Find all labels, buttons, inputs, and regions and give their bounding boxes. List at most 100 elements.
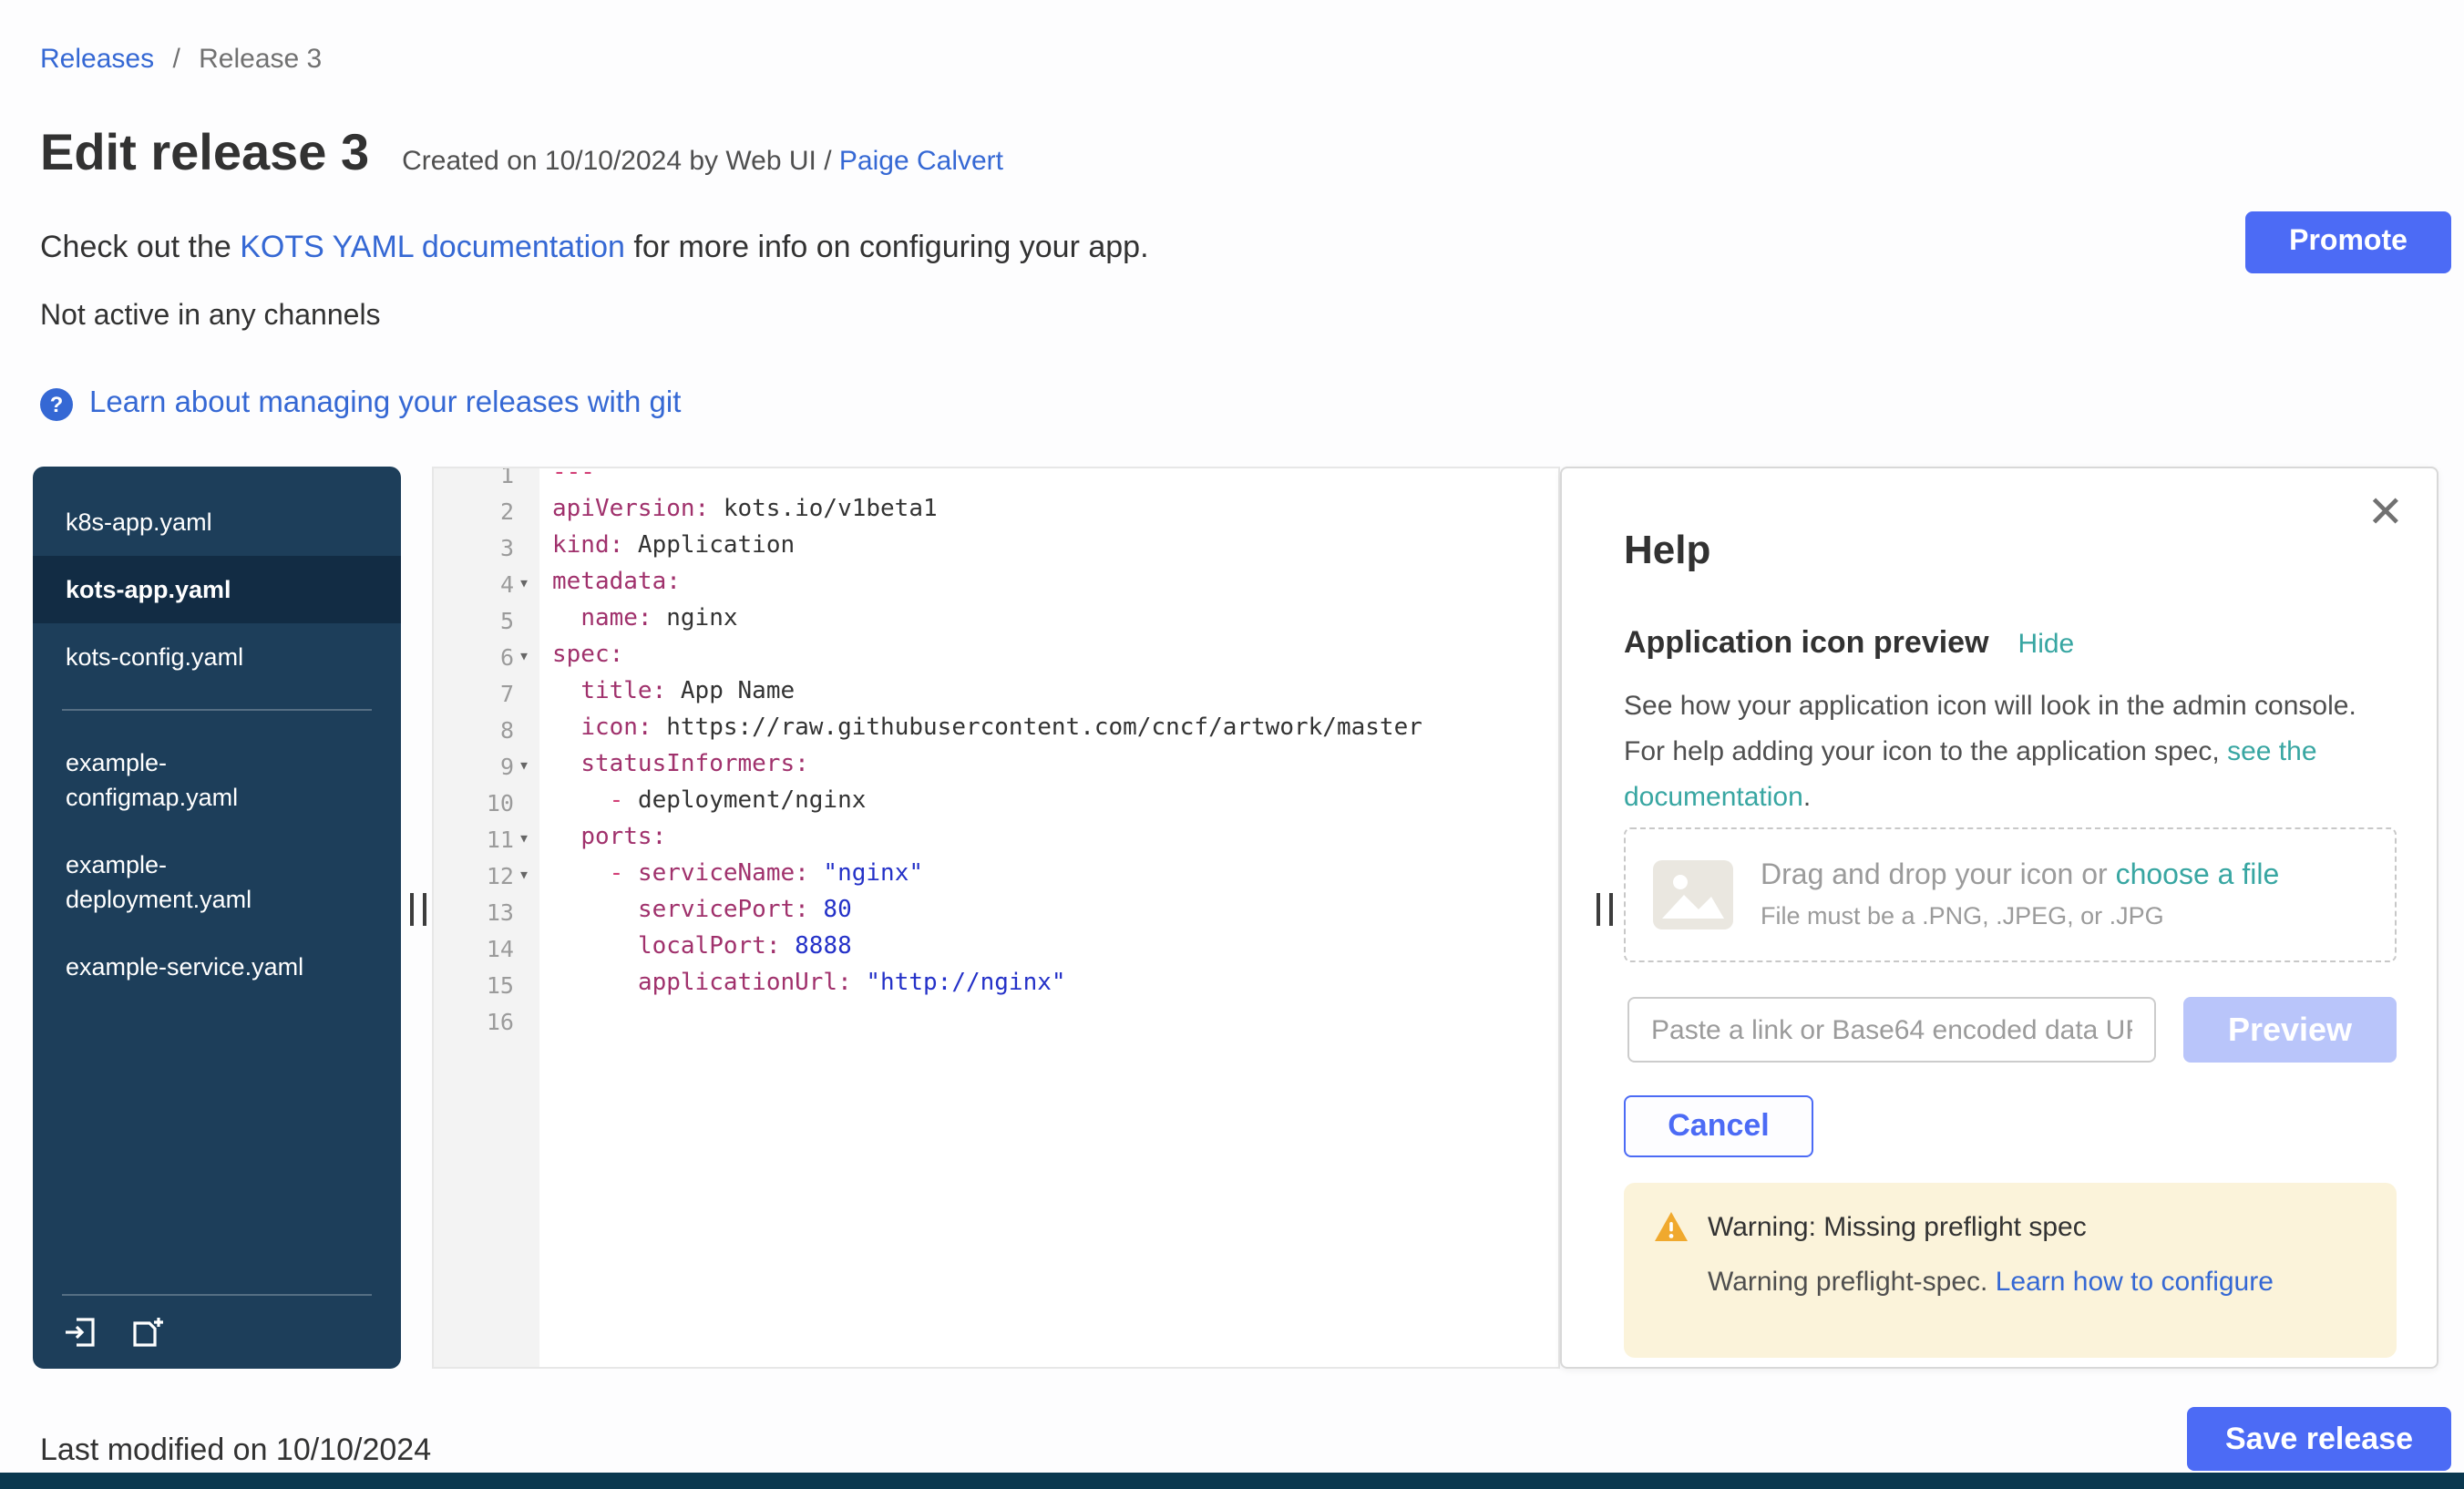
editor-gutter: 1234▾56▾789▾1011▾12▾13141516 [434,468,539,1039]
pane-resize-handle-right[interactable] [1596,893,1613,926]
help-question-icon[interactable]: ? [40,387,73,420]
docs-post: for more info on configuring your app. [625,230,1149,264]
breadcrumb-current: Release 3 [199,44,322,75]
preflight-warning-box: Warning: Missing preflight spec Warning … [1624,1183,2397,1358]
code-line[interactable]: metadata: [552,565,1558,601]
file-tree-item[interactable]: kots-app.yaml [33,556,401,623]
code-line[interactable]: --- [552,468,1558,492]
help-panel-title: Help [1624,527,1710,574]
preview-button[interactable]: Preview [2183,997,2397,1063]
learn-how-to-configure-link[interactable]: Learn how to configure [1996,1267,2274,1298]
promote-button[interactable]: Promote [2245,211,2451,273]
file-tree-item[interactable]: kots-config.yaml [33,623,401,691]
code-line[interactable]: localPort: 8888 [552,929,1558,966]
code-line[interactable]: - serviceName: "nginx" [552,857,1558,893]
code-line[interactable]: spec: [552,638,1558,674]
new-file-icon[interactable] [128,1314,164,1350]
line-number: 6▾ [434,638,539,674]
choose-file-link[interactable]: choose a file [2116,860,2280,891]
icon-preview-description: See how your application icon will look … [1624,683,2397,820]
line-number: 10 [434,784,539,820]
bottom-edge-bar [0,1473,2464,1489]
pane-resize-handle-left[interactable] [410,893,426,926]
kots-yaml-docs-link[interactable]: KOTS YAML documentation [240,230,625,264]
code-line[interactable]: applicationUrl: "http://nginx" [552,966,1558,1002]
author-link[interactable]: Paige Calvert [839,146,1003,177]
git-releases-link[interactable]: Learn about managing your releases with … [89,386,681,421]
title-row: Edit release 3 Created on 10/10/2024 by … [40,124,1003,182]
page: Releases / Release 3 Edit release 3 Crea… [0,0,2464,1489]
fold-arrow-icon[interactable]: ▾ [514,865,534,885]
line-number: 1 [434,468,539,492]
channel-status: Not active in any channels [40,301,381,334]
dropzone-file-types: File must be a .PNG, .JPEG, or .JPG [1761,902,2279,929]
import-file-icon[interactable] [62,1314,98,1350]
image-placeholder-icon [1651,858,1735,931]
created-text: Created on 10/10/2024 by Web UI / Paige … [402,146,1003,177]
editor-code-area[interactable]: ---apiVersion: kots.io/v1beta1kind: Appl… [539,468,1558,1367]
hide-link[interactable]: Hide [2018,629,2075,660]
fold-arrow-icon[interactable]: ▾ [514,755,534,775]
icon-url-input[interactable] [1627,997,2156,1063]
dropzone-line1: Drag and drop your icon or [1761,860,2116,891]
editor-gutter-column: 1234▾56▾789▾1011▾12▾13141516 [434,468,539,1367]
file-tree-list: k8s-app.yamlkots-app.yamlkots-config.yam… [33,488,401,1001]
line-number: 8 [434,711,539,747]
yaml-editor[interactable]: 1234▾56▾789▾1011▾12▾13141516 ---apiVersi… [432,467,1560,1369]
line-number: 14 [434,929,539,966]
code-line[interactable]: kind: Application [552,529,1558,565]
line-number: 9▾ [434,747,539,784]
code-line[interactable]: servicePort: 80 [552,893,1558,929]
breadcrumb-releases-link[interactable]: Releases [40,44,154,75]
warning-line-2: Warning preflight-spec. Learn how to con… [1708,1267,2367,1298]
code-line[interactable]: title: App Name [552,674,1558,711]
warning-line2-pre: Warning preflight-spec. [1708,1267,1996,1298]
warning-text: Warning: Missing preflight spec [1708,1211,2087,1242]
line-number: 4▾ [434,565,539,601]
icon-preview-title: Application icon preview [1624,625,1989,662]
breadcrumb-separator: / [172,44,180,75]
line-number: 13 [434,893,539,929]
file-tree-item[interactable]: example-configmap.yaml [33,729,401,831]
close-icon[interactable]: ✕ [2367,487,2404,539]
code-line[interactable]: apiVersion: kots.io/v1beta1 [552,492,1558,529]
created-prefix: Created on 10/10/2024 by Web UI / [402,146,831,177]
line-number: 2 [434,492,539,529]
code-line[interactable] [552,1002,1558,1039]
fold-arrow-icon[interactable]: ▾ [514,828,534,848]
warning-icon [1653,1210,1689,1243]
line-number: 11▾ [434,820,539,857]
code-line[interactable]: name: nginx [552,601,1558,638]
code-line[interactable]: ports: [552,820,1558,857]
description-post: . [1803,782,1811,813]
code-line[interactable]: icon: https://raw.githubusercontent.com/… [552,711,1558,747]
line-number: 5 [434,601,539,638]
page-title: Edit release 3 [40,124,369,182]
file-tree-item[interactable]: example-service.yaml [33,933,401,1001]
fold-arrow-icon[interactable]: ▾ [514,573,534,593]
docs-line: Check out the KOTS YAML documentation fo… [40,230,1149,266]
line-number: 3 [434,529,539,565]
line-number: 7 [434,674,539,711]
code-line[interactable]: - deployment/nginx [552,784,1558,820]
fold-arrow-icon[interactable]: ▾ [514,646,534,666]
line-number: 12▾ [434,857,539,893]
last-modified-text: Last modified on 10/10/2024 [40,1433,431,1469]
file-tree-item[interactable]: k8s-app.yaml [33,488,401,556]
line-number: 15 [434,966,539,1002]
docs-pre: Check out the [40,230,240,264]
git-help-row: ? Learn about managing your releases wit… [40,386,681,421]
file-tree: k8s-app.yamlkots-app.yamlkots-config.yam… [33,467,401,1369]
editor-code: ---apiVersion: kots.io/v1beta1kind: Appl… [552,468,1558,1039]
warning-line-1: Warning: Missing preflight spec [1653,1210,2367,1243]
cancel-button[interactable]: Cancel [1624,1095,1813,1157]
help-panel: ✕ Help Application icon preview Hide See… [1560,467,2438,1369]
icon-dropzone[interactable]: Drag and drop your icon or choose a file… [1624,827,2397,962]
breadcrumb: Releases / Release 3 [40,44,322,75]
file-tree-footer [62,1294,372,1350]
dropzone-text: Drag and drop your icon or choose a file… [1761,860,2279,929]
save-release-button[interactable]: Save release [2187,1407,2451,1471]
icon-preview-header: Application icon preview Hide [1624,625,2074,662]
code-line[interactable]: statusInformers: [552,747,1558,784]
file-tree-item[interactable]: example-deployment.yaml [33,831,401,933]
